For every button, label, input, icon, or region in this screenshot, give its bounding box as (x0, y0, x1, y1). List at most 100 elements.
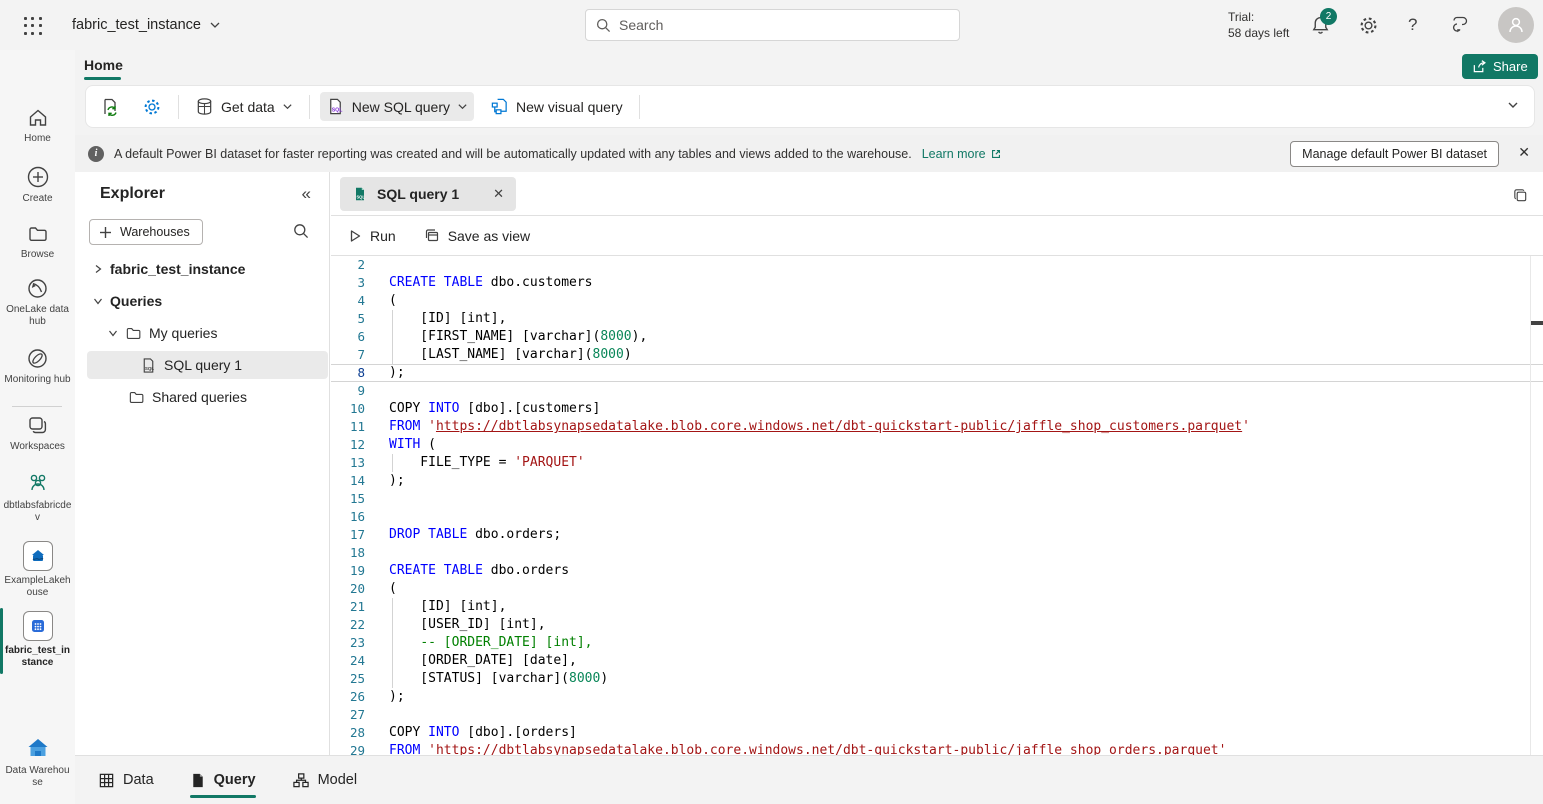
settings-button[interactable] (1358, 0, 1379, 50)
sidebar-item-browse[interactable]: Browse (0, 223, 75, 261)
tree-item-warehouse[interactable]: fabric_test_instance (75, 255, 330, 283)
tree-item-sql-query-1[interactable]: SQL SQL query 1 (87, 351, 328, 379)
code-line[interactable]: 16 (331, 508, 1543, 526)
external-link-icon (990, 148, 1002, 160)
onelake-icon (26, 277, 49, 300)
left-navigation-rail: Home Create Browse OneLake data hub Moni… (0, 50, 75, 804)
code-line[interactable]: 25 [STATUS] [varchar](8000) (331, 670, 1543, 688)
tree-item-my-queries[interactable]: My queries (75, 319, 330, 347)
code-line[interactable]: 23 -- [ORDER_DATE] [int], (331, 634, 1543, 652)
banner-message: A default Power BI dataset for faster re… (114, 147, 912, 161)
tab-home[interactable]: Home (84, 50, 123, 80)
tab-sql-query-1[interactable]: SQL SQL query 1 ✕ (340, 177, 516, 211)
code-text: [STATUS] [varchar](8000) (389, 670, 1543, 688)
code-line[interactable]: 18 (331, 544, 1543, 562)
share-button[interactable]: Share (1462, 54, 1538, 79)
info-icon: i (88, 146, 104, 162)
account-avatar[interactable] (1498, 7, 1534, 43)
code-line[interactable]: 10COPY INTO [dbo].[customers] (331, 400, 1543, 418)
code-line[interactable]: 9 (331, 382, 1543, 400)
tree-item-queries[interactable]: Queries (75, 287, 330, 315)
learn-more-link[interactable]: Learn more (922, 147, 1002, 161)
sidebar-item-examplelakehouse[interactable]: ExampleLakehouse (0, 541, 75, 599)
share-icon (1472, 59, 1487, 74)
code-line[interactable]: 7 [LAST_NAME] [varchar](8000) (331, 346, 1543, 364)
share-label: Share (1493, 59, 1528, 74)
sidebar-item-onelake-data-hub[interactable]: OneLake data hub (0, 277, 75, 328)
code-line[interactable]: 6 [FIRST_NAME] [varchar](8000), (331, 328, 1543, 346)
folder-icon (125, 325, 142, 342)
help-button[interactable]: ? (1408, 0, 1417, 50)
active-nav-indicator (0, 608, 3, 674)
new-visual-query-button[interactable]: New visual query (484, 92, 629, 121)
search-icon (596, 18, 611, 33)
new-sql-query-button[interactable]: SQL New SQL query (320, 92, 474, 121)
code-line[interactable]: 11FROM 'https://dbtlabsynapsedatalake.bl… (331, 418, 1543, 436)
explorer-title: Explorer (100, 185, 165, 203)
tab-model[interactable]: Model (292, 756, 358, 804)
code-line[interactable]: 4( (331, 292, 1543, 310)
explorer-search-icon[interactable] (293, 223, 309, 239)
search-input[interactable]: Search (585, 9, 960, 41)
code-line[interactable]: 8); (331, 364, 1543, 382)
line-number: 24 (331, 652, 365, 670)
ribbon-collapse-chevron[interactable] (1506, 98, 1520, 112)
code-line[interactable]: 27 (331, 706, 1543, 724)
line-number: 12 (331, 436, 365, 454)
tab-query[interactable]: Query (190, 756, 256, 804)
manage-dataset-button[interactable]: Manage default Power BI dataset (1290, 141, 1499, 167)
code-line[interactable]: 2 (331, 256, 1543, 274)
code-line[interactable]: 24 [ORDER_DATE] [date], (331, 652, 1543, 670)
code-line[interactable]: 28COPY INTO [dbo].[orders] (331, 724, 1543, 742)
collapse-panel-icon[interactable]: « (302, 184, 311, 204)
code-line[interactable]: 5 [ID] [int], (331, 310, 1543, 328)
code-line[interactable]: 12 WITH ( (331, 436, 1543, 454)
chevron-down-icon (209, 19, 221, 31)
code-text: COPY INTO [dbo].[orders] (389, 724, 1543, 742)
sidebar-item-dbtlabsfabricdev[interactable]: dbtlabsfabricdev (0, 470, 75, 524)
line-number: 27 (331, 706, 365, 724)
workspace-switcher[interactable]: fabric_test_instance (72, 0, 221, 50)
close-tab-icon[interactable]: ✕ (493, 186, 504, 202)
code-line[interactable]: 15 (331, 490, 1543, 508)
code-text: WITH ( (389, 436, 1543, 454)
chevron-down-icon (457, 101, 468, 112)
settings-ribbon-button[interactable] (136, 92, 168, 122)
get-data-button[interactable]: Get data (189, 92, 299, 121)
sidebar-item-monitoring-hub[interactable]: Monitoring hub (0, 347, 75, 386)
code-text (389, 508, 1543, 526)
sidebar-item-data-warehouse[interactable]: Data Warehouse (0, 735, 75, 789)
sidebar-item-workspaces[interactable]: Workspaces (0, 414, 75, 453)
line-number: 21 (331, 598, 365, 616)
sql-code-editor[interactable]: 23CREATE TABLE dbo.customers4(5 [ID] [in… (331, 256, 1543, 755)
refresh-source-button[interactable] (94, 92, 126, 122)
save-as-view-button[interactable]: Save as view (424, 228, 530, 244)
run-button[interactable]: Run (348, 228, 396, 244)
code-line[interactable]: 19CREATE TABLE dbo.orders (331, 562, 1543, 580)
line-number: 18 (331, 544, 365, 562)
code-line[interactable]: 3CREATE TABLE dbo.customers (331, 274, 1543, 292)
ribbon-toolbar: Get data SQL New SQL query New visual qu… (85, 85, 1535, 128)
feedback-button[interactable] (1450, 0, 1472, 50)
tab-data[interactable]: Data (98, 756, 154, 804)
code-line[interactable]: 13 FILE_TYPE = 'PARQUET' (331, 454, 1543, 472)
line-number: 6 (331, 328, 365, 346)
code-line[interactable]: 14); (331, 472, 1543, 490)
editor-scrollbar[interactable] (1530, 256, 1531, 755)
code-text: FROM 'https://dbtlabsynapsedatalake.blob… (389, 418, 1543, 436)
sidebar-item-fabric-test-instance[interactable]: fabric_test_instance (0, 611, 75, 669)
sidebar-item-create[interactable]: Create (0, 165, 75, 205)
database-icon (195, 97, 214, 116)
add-warehouses-button[interactable]: Warehouses (89, 219, 203, 245)
tree-item-shared-queries[interactable]: Shared queries (75, 383, 330, 411)
sidebar-item-home[interactable]: Home (0, 107, 75, 145)
copy-icon[interactable] (1512, 187, 1529, 204)
app-launcher-icon[interactable] (22, 15, 44, 37)
code-line[interactable]: 26); (331, 688, 1543, 706)
indent-guide (392, 670, 393, 688)
code-line[interactable]: 20( (331, 580, 1543, 598)
banner-close-icon[interactable]: ✕ (1518, 144, 1530, 161)
code-line[interactable]: 21 [ID] [int], (331, 598, 1543, 616)
code-line[interactable]: 17DROP TABLE dbo.orders; (331, 526, 1543, 544)
code-line[interactable]: 22 [USER_ID] [int], (331, 616, 1543, 634)
